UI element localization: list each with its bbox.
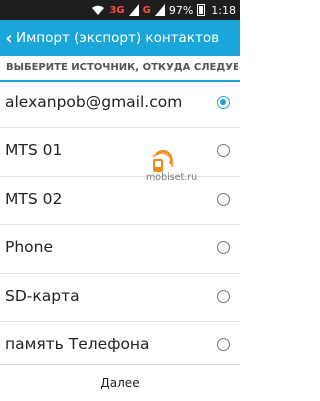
account-list: alexanpob@gmail.com MTS 01 MTS 02 Phone … bbox=[0, 80, 240, 371]
radio-button[interactable] bbox=[217, 96, 230, 109]
list-item[interactable]: Phone bbox=[0, 225, 240, 274]
watermark-text: mobiset.ru bbox=[146, 172, 198, 183]
network-g-label: G bbox=[142, 4, 151, 16]
wifi-icon bbox=[92, 5, 105, 15]
radio-button[interactable] bbox=[217, 192, 230, 206]
radio-button[interactable] bbox=[217, 241, 230, 255]
status-bar: 3G G 97% 1:18 bbox=[0, 0, 240, 20]
watermark: mobiset.ru bbox=[146, 150, 206, 190]
battery-percent: 97% bbox=[168, 3, 194, 17]
clock: 1:18 bbox=[211, 3, 236, 17]
signal-icon bbox=[128, 4, 139, 16]
chevron-left-icon[interactable]: ‹ bbox=[2, 20, 16, 56]
battery-icon bbox=[197, 4, 206, 16]
watermark-logo-icon bbox=[152, 150, 174, 172]
list-item-label: MTS 01 bbox=[5, 141, 63, 160]
action-bar: ‹ Импорт (экспорт) контактов bbox=[0, 20, 240, 56]
list-item-label: alexanpob@gmail.com bbox=[5, 93, 183, 111]
list-item[interactable]: SD-карта bbox=[0, 274, 240, 322]
list-item[interactable]: alexanpob@gmail.com bbox=[0, 80, 240, 129]
radio-button[interactable] bbox=[217, 289, 230, 303]
next-button[interactable]: Далее bbox=[100, 376, 139, 390]
signal-icon-2 bbox=[154, 4, 165, 16]
page-title: Импорт (экспорт) контактов bbox=[16, 30, 220, 46]
footer-bar: Далее bbox=[0, 364, 240, 401]
list-item-label: MTS 02 bbox=[5, 189, 63, 208]
radio-button[interactable] bbox=[217, 337, 230, 351]
list-item-label: Phone bbox=[5, 238, 54, 257]
network-3g-label: 3G bbox=[109, 4, 125, 16]
section-header: ВЫБЕРИТЕ ИСТОЧНИК, ОТКУДА СЛЕДУЕТ КО... bbox=[0, 56, 240, 82]
list-item-label: SD-карта bbox=[5, 286, 80, 305]
section-title: ВЫБЕРИТЕ ИСТОЧНИК, ОТКУДА СЛЕДУЕТ КО... bbox=[6, 62, 238, 73]
radio-button[interactable] bbox=[217, 144, 230, 158]
list-item-label: память Телефона bbox=[5, 334, 150, 353]
